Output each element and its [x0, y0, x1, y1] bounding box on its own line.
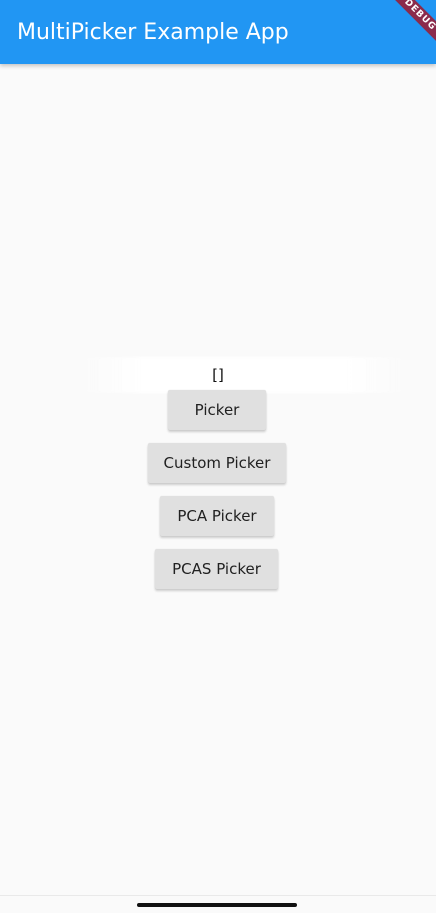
home-indicator[interactable] — [137, 903, 297, 907]
pcas-picker-button[interactable]: PCAS Picker — [155, 549, 278, 589]
app-bar-title: MultiPicker Example App — [17, 20, 289, 45]
custom-picker-button[interactable]: Custom Picker — [148, 443, 286, 483]
app-bar: MultiPicker Example App — [0, 0, 436, 64]
selected-result-text: [] — [212, 366, 224, 384]
bottom-divider — [0, 895, 436, 896]
picker-button[interactable]: Picker — [168, 390, 266, 430]
app-screen: MultiPicker Example App DEBUG [] Picker … — [0, 0, 436, 913]
pca-picker-button[interactable]: PCA Picker — [160, 496, 274, 536]
